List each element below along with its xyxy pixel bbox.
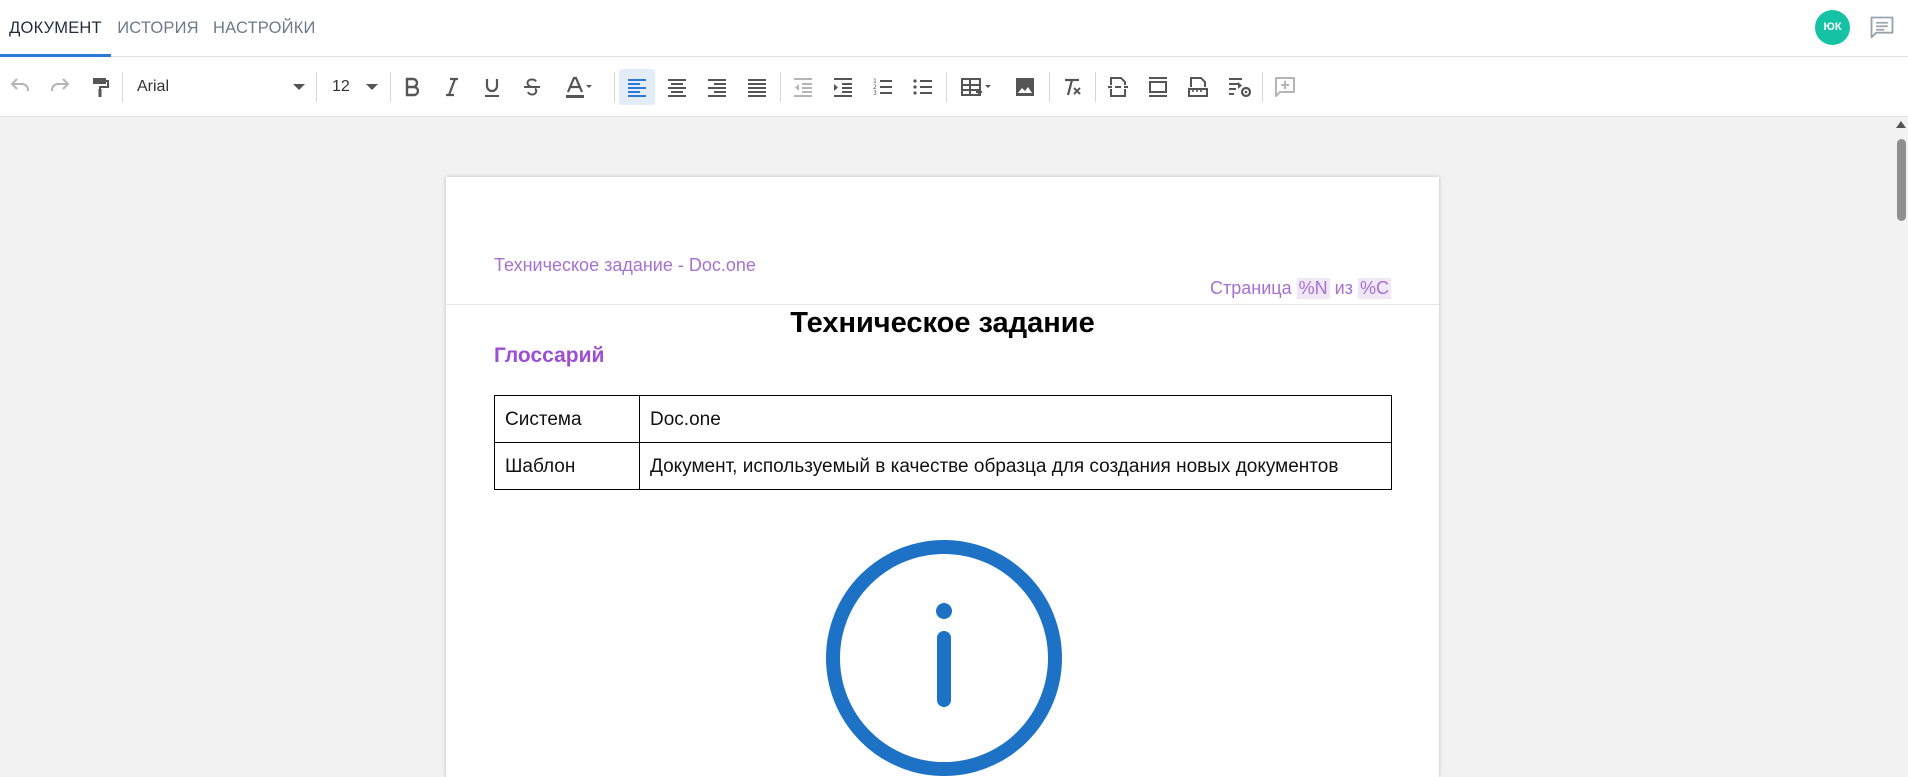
align-left-icon [628, 79, 646, 97]
toolbar-separator [614, 72, 615, 102]
toolbar-separator [1095, 72, 1096, 102]
undo-icon [10, 78, 29, 91]
page-header-title[interactable]: Техническое задание - Doc.one [494, 255, 756, 276]
underline-icon [485, 79, 499, 97]
glossary-term[interactable]: Шаблон [494, 442, 640, 490]
info-circle-icon[interactable] [826, 539, 1062, 777]
font-size-select[interactable]: 12 [332, 69, 378, 105]
svg-text:3: 3 [873, 90, 877, 97]
bold-button[interactable] [394, 69, 430, 105]
indent-icon [834, 78, 852, 97]
field-settings-button[interactable] [1220, 69, 1260, 105]
format-painter-icon [93, 78, 109, 97]
align-center-button[interactable] [659, 69, 695, 105]
header-divider [446, 304, 1439, 305]
table-icon [961, 78, 991, 96]
justify-button[interactable] [739, 69, 775, 105]
insert-image-button[interactable] [1007, 69, 1043, 105]
glossary-heading[interactable]: Глоссарий [494, 344, 604, 368]
vertical-scrollbar[interactable] [1894, 117, 1908, 762]
undo-button[interactable] [2, 69, 38, 105]
page-number-field[interactable]: %N [1296, 278, 1330, 299]
add-comment-button[interactable] [1267, 69, 1303, 105]
text-color-icon [566, 76, 592, 98]
chevron-down-icon [366, 84, 378, 90]
font-size-value: 12 [332, 78, 350, 95]
header-footer-icon [1149, 77, 1167, 97]
page-header-page-number[interactable]: Страница %N из %C [1210, 278, 1391, 299]
strikethrough-icon [524, 78, 540, 96]
outdent-icon [794, 78, 812, 97]
document-title[interactable]: Техническое задание [446, 307, 1439, 340]
clear-format-button[interactable] [1054, 69, 1090, 105]
toolbar-separator [122, 72, 123, 102]
table-row: Система Doc.one [494, 395, 1392, 443]
glossary-definition[interactable]: Документ, используемый в качестве образц… [639, 442, 1392, 490]
top-tab-bar: ДОКУМЕНТ ИСТОРИЯ НАСТРОЙКИ ЮК [0, 0, 1908, 57]
document-page[interactable]: Техническое задание - Doc.one Страница %… [446, 177, 1439, 777]
insert-table-button[interactable] [953, 69, 999, 105]
font-family-value: Arial [137, 78, 170, 95]
scrollbar-thumb[interactable] [1897, 139, 1906, 221]
align-center-icon [668, 79, 686, 97]
redo-button[interactable] [42, 69, 78, 105]
page-number-middle: из [1334, 278, 1353, 298]
toolbar-separator [780, 72, 781, 102]
tab-settings[interactable]: НАСТРОЙКИ [213, 0, 315, 56]
comments-icon[interactable] [1868, 14, 1896, 42]
glossary-term[interactable]: Система [494, 395, 640, 443]
italic-button[interactable] [434, 69, 470, 105]
numbered-list-icon: 123 [873, 78, 892, 97]
toolbar-separator [390, 72, 391, 102]
numbered-list-button[interactable]: 123 [865, 69, 901, 105]
tab-history[interactable]: ИСТОРИЯ [117, 0, 199, 56]
user-avatar[interactable]: ЮК [1815, 10, 1850, 45]
clear-format-icon [1065, 78, 1081, 96]
underline-button[interactable] [474, 69, 510, 105]
formatting-toolbar: Arial 12 123 [0, 57, 1908, 117]
toolbar-separator [1049, 72, 1050, 102]
page-count-field[interactable]: %C [1357, 278, 1391, 299]
toolbar-separator [946, 72, 947, 102]
header-footer-button[interactable] [1140, 69, 1176, 105]
glossary-table[interactable]: Система Doc.one Шаблон Документ, использ… [494, 395, 1392, 490]
page-break-button[interactable] [1100, 69, 1136, 105]
bulleted-list-icon [913, 79, 932, 95]
page-setup-icon [1188, 77, 1208, 97]
scroll-up-arrow-icon[interactable] [1896, 121, 1906, 128]
redo-icon [51, 78, 70, 91]
format-painter-button[interactable] [82, 69, 118, 105]
align-right-button[interactable] [699, 69, 735, 105]
font-family-select[interactable]: Arial [137, 69, 305, 105]
image-icon [1016, 78, 1034, 96]
text-color-button[interactable] [555, 69, 601, 105]
glossary-definition[interactable]: Doc.one [639, 395, 1392, 443]
table-row: Шаблон Документ, используемый в качестве… [494, 442, 1392, 490]
align-left-button[interactable] [619, 69, 655, 105]
bold-icon [405, 77, 420, 97]
field-settings-icon [1229, 78, 1252, 98]
toolbar-separator [1262, 72, 1263, 102]
bulleted-list-button[interactable] [905, 69, 941, 105]
tab-document[interactable]: ДОКУМЕНТ [0, 0, 111, 57]
strikethrough-button[interactable] [514, 69, 550, 105]
outdent-button[interactable] [785, 69, 821, 105]
indent-button[interactable] [825, 69, 861, 105]
align-right-icon [708, 79, 726, 97]
toolbar-separator [316, 72, 317, 102]
page-number-prefix: Страница [1210, 278, 1292, 298]
page-break-icon [1108, 77, 1128, 97]
chevron-down-icon [293, 84, 305, 90]
justify-icon [748, 79, 766, 97]
italic-icon [446, 77, 458, 97]
add-comment-icon [1275, 77, 1295, 97]
page-setup-button[interactable] [1180, 69, 1216, 105]
